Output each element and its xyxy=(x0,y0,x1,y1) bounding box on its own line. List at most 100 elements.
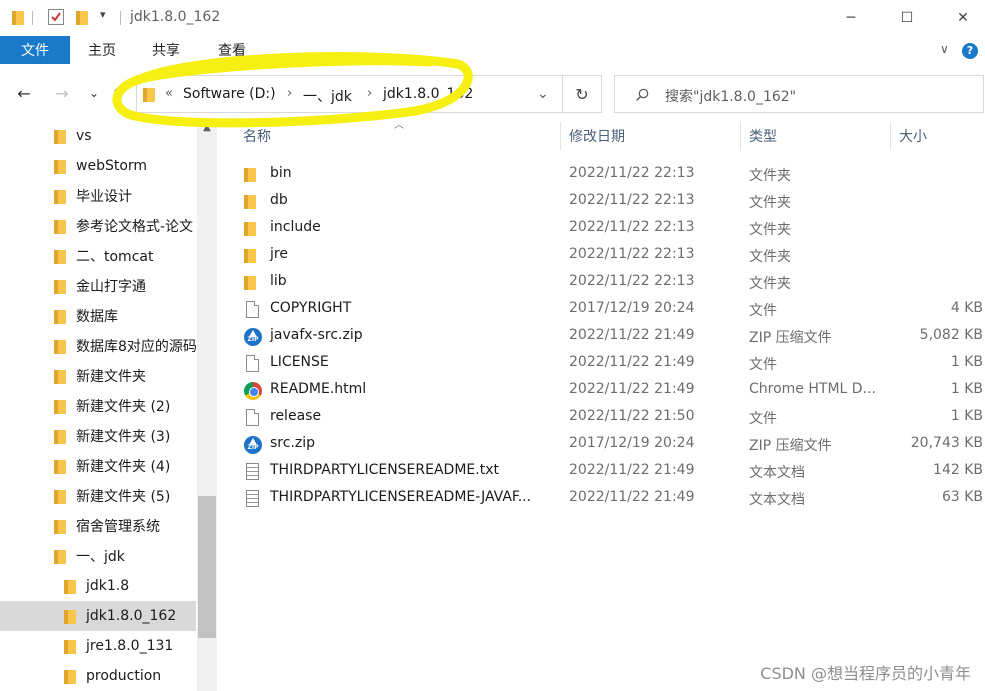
back-button[interactable]: ← xyxy=(12,80,36,106)
file-type: 文件 xyxy=(749,303,777,319)
address-dropdown-icon[interactable]: ⌄ xyxy=(537,86,549,102)
address-bar[interactable]: « Software (D:) › 一、jdk › jdk1.8.0_162 ⌄ xyxy=(136,75,563,113)
sidebar-item[interactable]: 二、tomcat xyxy=(0,241,196,271)
sidebar-item[interactable]: 数据库 xyxy=(0,301,196,331)
zip-icon: ZIP xyxy=(244,328,262,346)
chevron-right-icon[interactable]: › xyxy=(287,86,292,101)
sidebar-item-label: 新建文件夹 (5) xyxy=(76,489,171,505)
tab-file[interactable]: 文件 xyxy=(0,36,70,64)
file-row[interactable]: ZIP javafx-src.zip 2022/11/22 21:49 ZIP 压缩文… xyxy=(238,323,983,350)
file-name: bin xyxy=(270,165,292,181)
sidebar-item[interactable]: 一、jdk xyxy=(0,541,196,571)
customize-toolbar-icon[interactable]: ▾ xyxy=(100,8,106,21)
folder-icon xyxy=(54,279,66,294)
sidebar-item[interactable]: production xyxy=(0,661,196,691)
new-folder-icon[interactable] xyxy=(76,10,88,25)
sidebar-item[interactable]: 参考论文格式-论文 xyxy=(0,211,196,241)
sidebar-item-label: 二、tomcat xyxy=(76,249,154,265)
column-divider[interactable] xyxy=(890,122,891,150)
file-row[interactable]: ZIP src.zip 2017/12/19 20:24 ZIP 压缩文件 20,743… xyxy=(238,431,983,458)
sidebar-item[interactable]: vs xyxy=(0,121,196,151)
file-row[interactable]: LICENSE 2022/11/22 21:49 文件 1 KB xyxy=(238,350,983,377)
breadcrumb-software-d[interactable]: Software (D:) xyxy=(183,86,276,102)
file-row[interactable]: jre 2022/11/22 22:13 文件夹 xyxy=(238,242,983,269)
chevron-right-icon[interactable]: › xyxy=(367,86,372,101)
tab-home[interactable]: 主页 xyxy=(88,36,116,64)
file-row[interactable]: db 2022/11/22 22:13 文件夹 xyxy=(238,188,983,215)
refresh-button[interactable]: ↻ xyxy=(563,75,602,113)
tab-view[interactable]: 查看 xyxy=(218,36,246,64)
tab-share[interactable]: 共享 xyxy=(152,36,180,64)
file-row[interactable]: release 2022/11/22 21:50 文件 1 KB xyxy=(238,404,983,431)
sidebar-item[interactable]: jre1.8.0_131 xyxy=(0,631,196,661)
sidebar-item[interactable]: webStorm xyxy=(0,151,196,181)
search-box[interactable]: 搜索"jdk1.8.0_162" xyxy=(614,75,984,113)
maximize-button[interactable]: ☐ xyxy=(884,0,930,36)
file-date: 2022/11/22 21:50 xyxy=(569,408,695,424)
folder-icon xyxy=(54,489,66,504)
file-size: 20,743 KB xyxy=(910,435,983,451)
sidebar-item-label: jdk1.8 xyxy=(86,578,130,594)
sidebar-item[interactable]: 数据库8对应的源码 xyxy=(0,331,196,361)
file-row[interactable]: README.html 2022/11/22 21:49 Chrome HTML D… xyxy=(238,377,983,404)
sidebar-item[interactable]: 新建文件夹 (2) xyxy=(0,391,196,421)
file-row[interactable]: bin 2022/11/22 22:13 文件夹 xyxy=(238,161,983,188)
sidebar-item-label: jre1.8.0_131 xyxy=(86,638,174,654)
chrome-icon xyxy=(244,382,262,400)
column-header-type[interactable]: 类型 xyxy=(749,120,777,152)
navigation-pane: production jre1.8.0_131 jdk1.8.0_162 jdk1.8… xyxy=(0,120,218,691)
sidebar-item[interactable]: 新建文件夹 xyxy=(0,361,196,391)
column-divider[interactable] xyxy=(560,122,561,150)
sidebar-item[interactable]: 金山打字通 xyxy=(0,271,196,301)
sidebar-item[interactable]: 宿舍管理系统 xyxy=(0,511,196,541)
sidebar-item[interactable]: 新建文件夹 (5) xyxy=(0,481,196,511)
title-bar: ▾ jdk1.8.0_162 ─ ☐ ✕ xyxy=(0,0,985,36)
file-size: 5,082 KB xyxy=(919,327,983,343)
column-header-date[interactable]: 修改日期 xyxy=(569,120,625,152)
file-name: README.html xyxy=(270,381,367,397)
sidebar-item[interactable]: 新建文件夹 (4) xyxy=(0,451,196,481)
file-row[interactable]: THIRDPARTYLICENSEREADME.txt 2022/11/22 21… xyxy=(238,458,983,485)
folder-icon xyxy=(244,193,262,211)
up-button[interactable]: ↑ xyxy=(106,80,130,106)
folder-icon xyxy=(12,10,24,25)
divider xyxy=(32,11,33,25)
sidebar-item[interactable]: jdk1.8.0_162 xyxy=(0,601,196,631)
folder-icon xyxy=(54,339,66,354)
recent-locations-button[interactable]: ⌄ xyxy=(82,80,106,106)
file-type: 文本文档 xyxy=(749,465,805,481)
properties-check-icon[interactable] xyxy=(48,9,64,25)
sidebar-item[interactable]: 新建文件夹 (3) xyxy=(0,421,196,451)
file-type: ZIP 压缩文件 xyxy=(749,438,832,454)
file-name: javafx-src.zip xyxy=(270,327,363,343)
folder-icon xyxy=(54,129,66,144)
sidebar-item-label: 新建文件夹 (2) xyxy=(76,399,171,415)
file-type: 文件 xyxy=(749,357,777,373)
file-name: include xyxy=(270,219,321,235)
column-header-size[interactable]: 大小 xyxy=(899,120,927,152)
breadcrumb-jdk[interactable]: 一、jdk xyxy=(303,86,352,106)
column-header-name[interactable]: 名称 xyxy=(243,120,271,152)
close-button[interactable]: ✕ xyxy=(940,0,985,36)
file-type: 文件夹 xyxy=(749,195,791,211)
forward-button[interactable]: → xyxy=(50,80,74,106)
file-row[interactable]: lib 2022/11/22 22:13 文件夹 xyxy=(238,269,983,296)
folder-icon xyxy=(244,247,262,265)
scrollbar-thumb[interactable] xyxy=(198,496,216,638)
folder-icon xyxy=(244,166,262,184)
help-icon[interactable]: ? xyxy=(962,43,978,59)
file-row[interactable]: THIRDPARTYLICENSEREADME-JAVAF... 2022/11/… xyxy=(238,485,983,512)
text-file-icon xyxy=(244,490,262,508)
file-row[interactable]: include 2022/11/22 22:13 文件夹 xyxy=(238,215,983,242)
column-divider[interactable] xyxy=(740,122,741,150)
breadcrumb-current[interactable]: jdk1.8.0_162 xyxy=(383,86,473,102)
expand-ribbon-icon[interactable]: ∨ xyxy=(940,42,949,56)
folder-icon xyxy=(244,274,262,292)
sidebar-item[interactable]: jdk1.8 xyxy=(0,571,196,601)
scroll-up-icon[interactable]: ▲ xyxy=(197,122,217,138)
file-row[interactable]: COPYRIGHT 2017/12/19 20:24 文件 4 KB xyxy=(238,296,983,323)
sidebar-item[interactable]: 毕业设计 xyxy=(0,181,196,211)
file-name: db xyxy=(270,192,288,208)
breadcrumb-overflow[interactable]: « xyxy=(165,86,173,101)
minimize-button[interactable]: ─ xyxy=(828,0,874,36)
